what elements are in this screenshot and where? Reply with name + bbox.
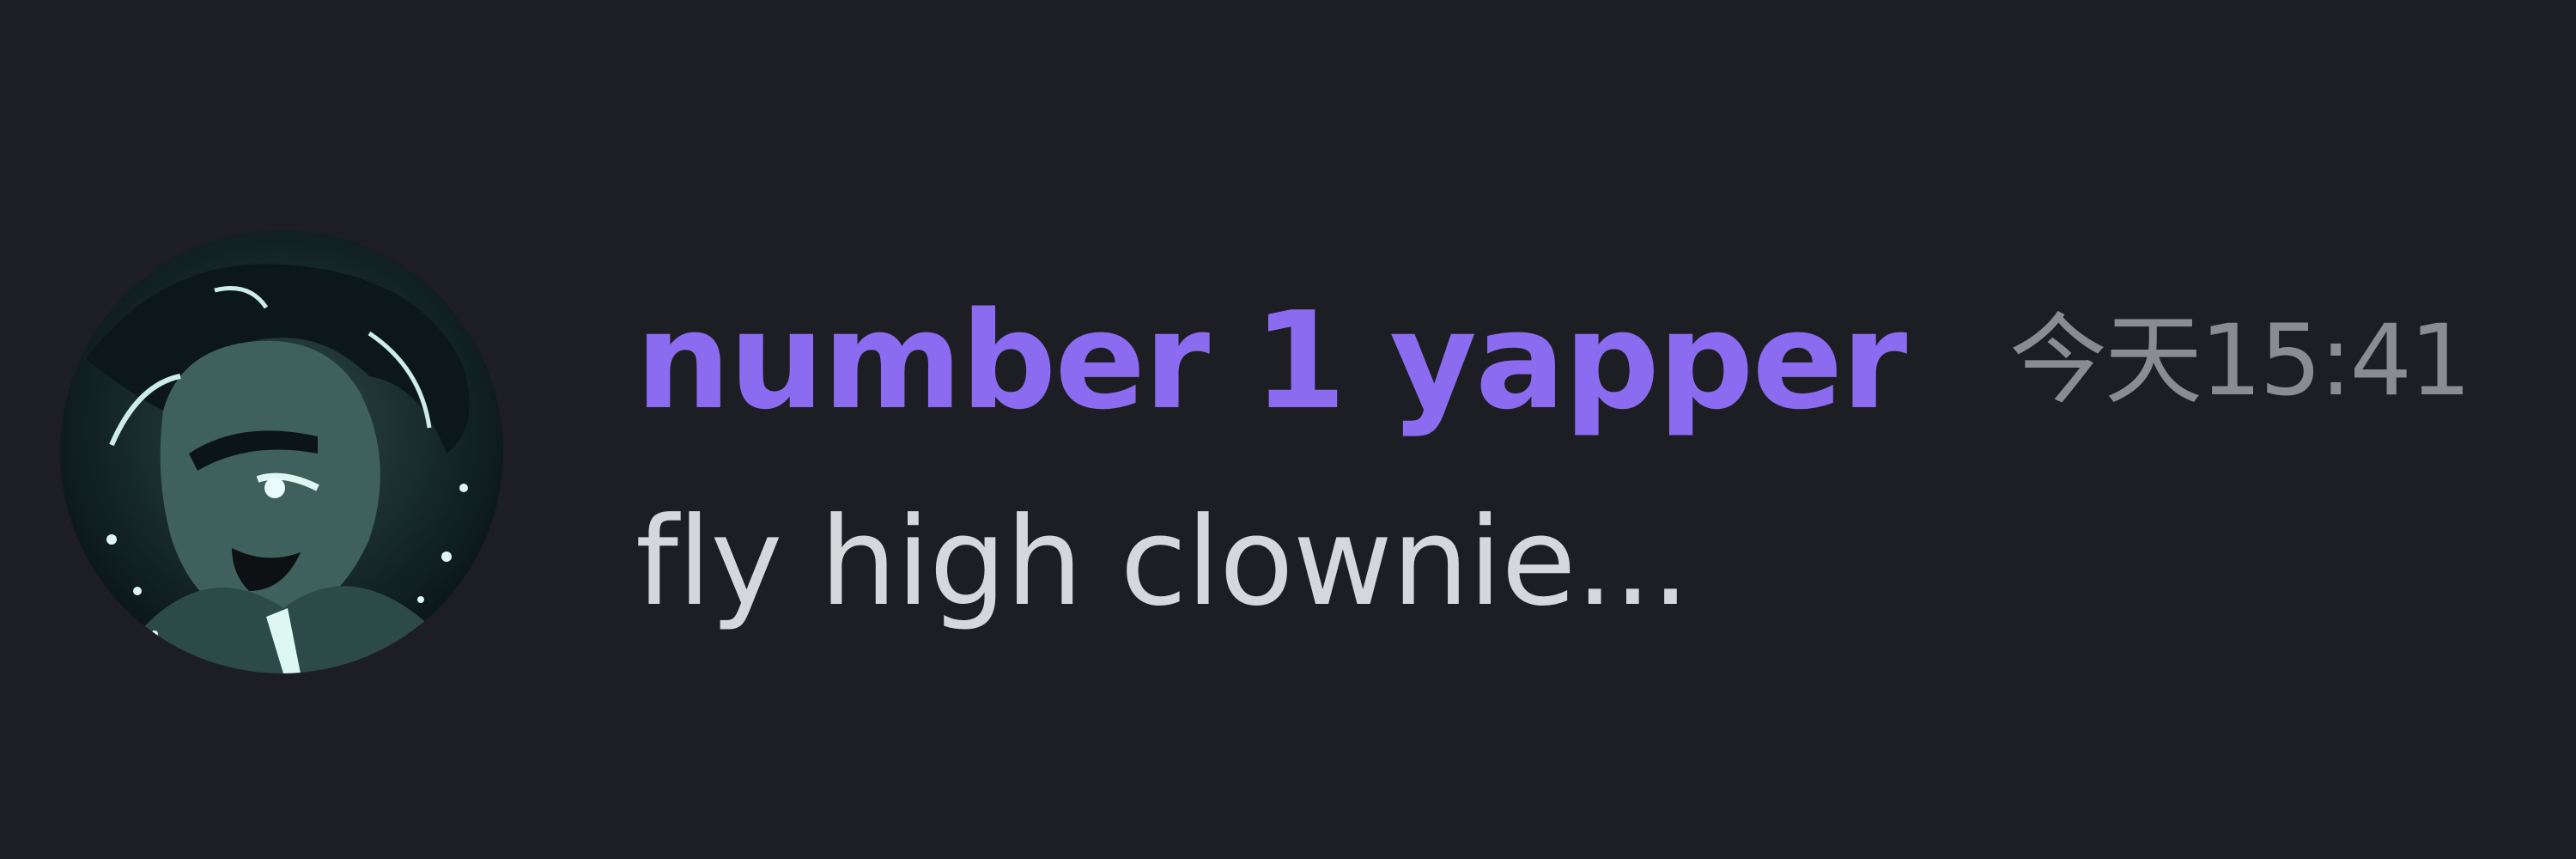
chat-message[interactable]: number 1 yapper 今天15:41 fly high clownie… (0, 0, 2576, 859)
avatar-image (60, 230, 503, 673)
username[interactable]: number 1 yapper (635, 275, 1907, 447)
chat-view: ˇ (0, 0, 2576, 859)
avatar[interactable] (60, 230, 503, 673)
message-text: fly high clownie... (635, 491, 1690, 633)
timestamp[interactable]: 今天15:41 (2009, 275, 2472, 447)
message-body: number 1 yapper 今天15:41 fly high clownie… (635, 275, 2559, 670)
